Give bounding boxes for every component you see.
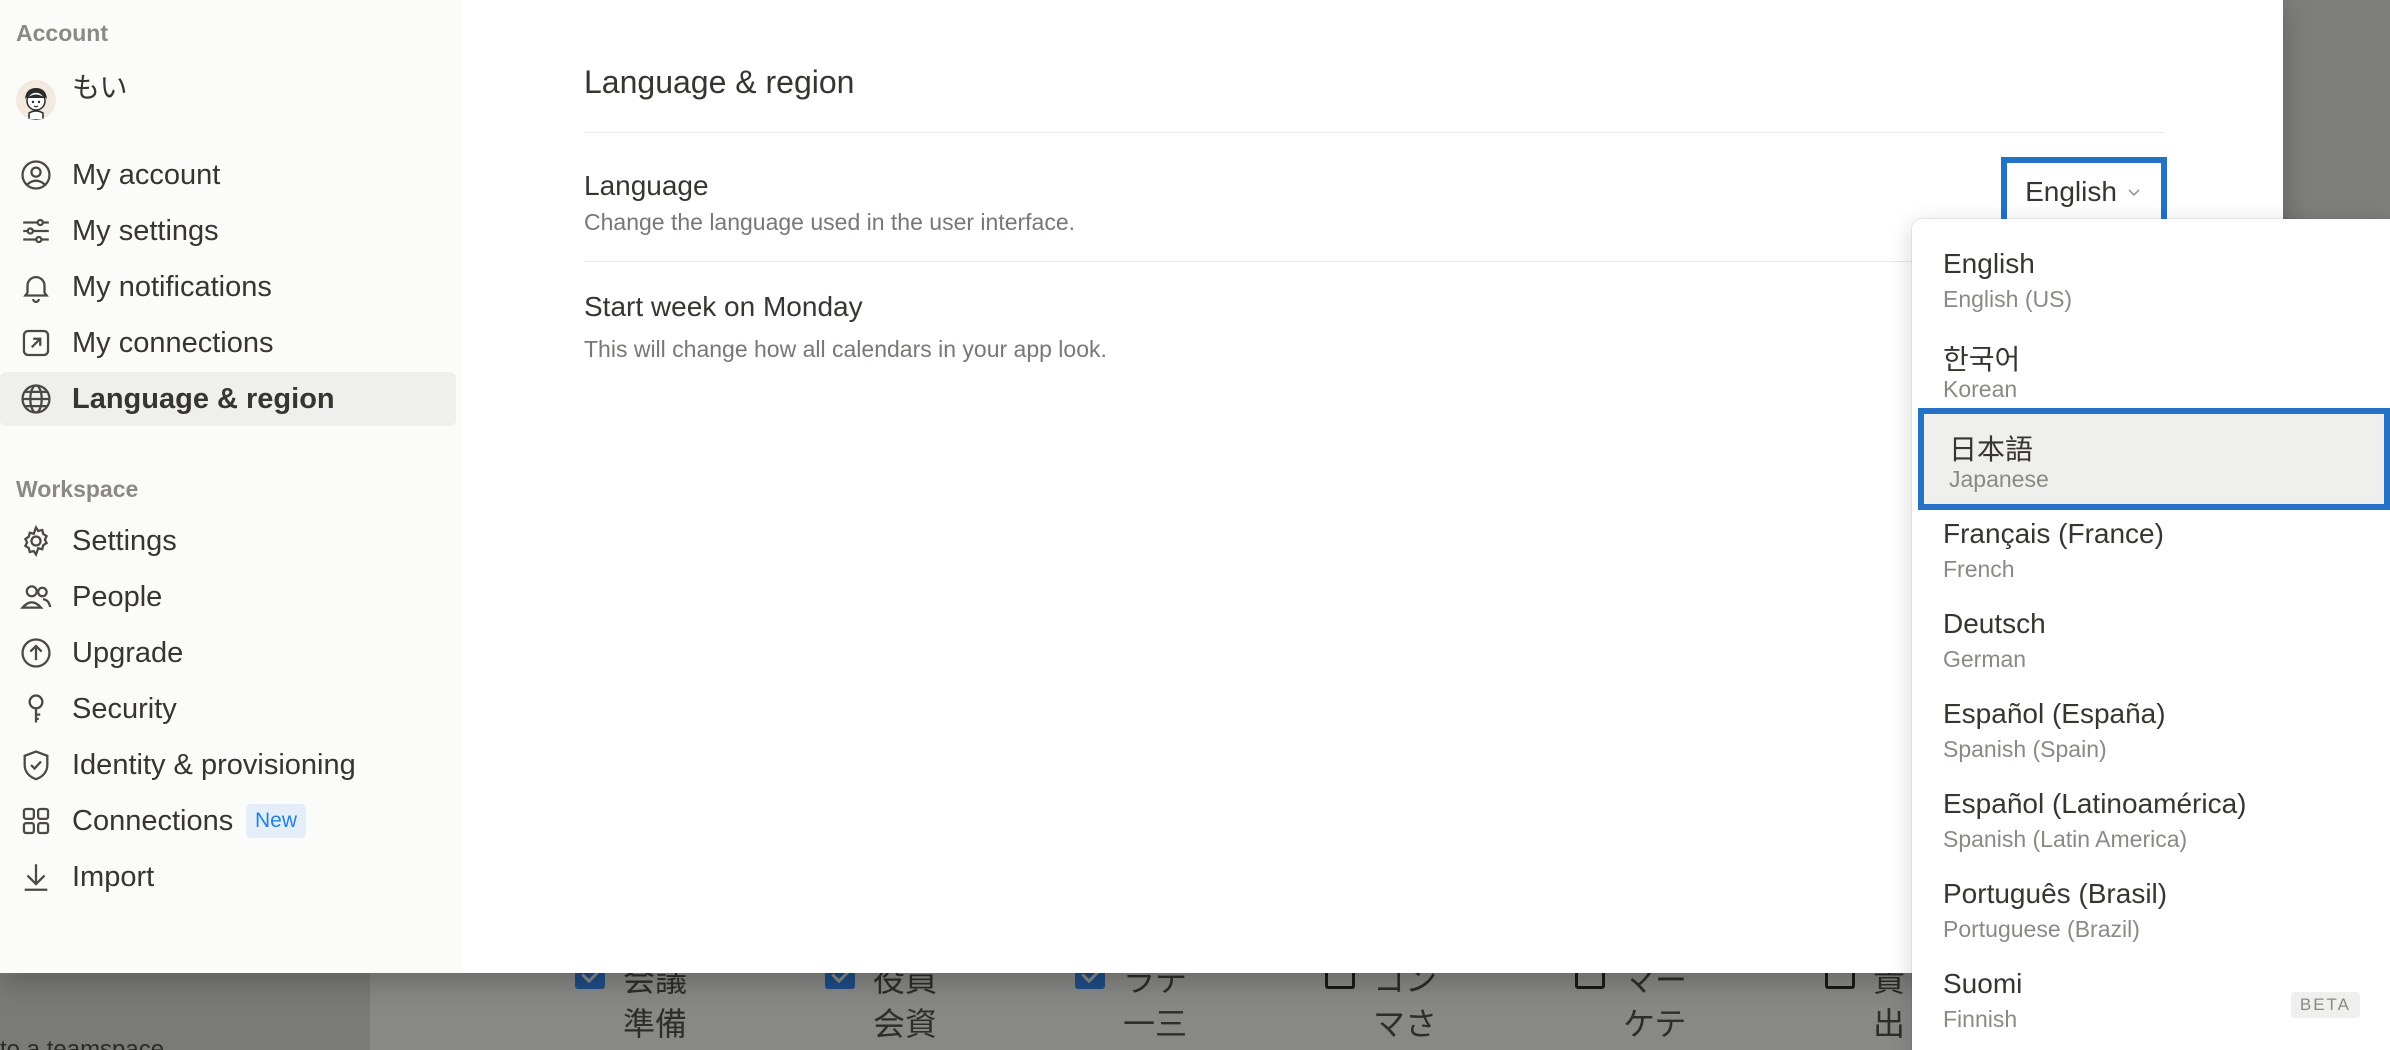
language-option[interactable]: Português (Brasil) Portuguese (Brazil) [1912, 858, 2390, 948]
language-option[interactable]: 한국어 Korean [1912, 318, 2390, 408]
settings-sidebar: Account もい My account My settings My not… [0, 0, 463, 973]
sidebar-item-my-connections[interactable]: My connections [0, 316, 456, 370]
option-subtitle: Japanese [1949, 466, 2049, 492]
option-name: 한국어 [1943, 344, 2021, 375]
week-setting-title: Start week on Monday [584, 291, 863, 322]
user-name: もい [72, 72, 128, 103]
language-option[interactable]: Français (France) French [1912, 498, 2390, 588]
sidebar-item-security[interactable]: Security [0, 682, 456, 736]
option-subtitle: Portuguese (Brazil) [1943, 916, 2140, 942]
card-subtitle: 出 [1873, 1006, 1906, 1042]
sidebar-item-my-account[interactable]: My account [0, 148, 456, 202]
card-subtitle: ケテ [1623, 1006, 1687, 1042]
user-row: もい [16, 66, 446, 126]
external-link-icon [18, 325, 54, 361]
sidebar-item-label: People [72, 580, 163, 613]
option-name: Español (Latinoamérica) [1943, 788, 2247, 819]
avatar [16, 80, 56, 120]
sidebar-item-label: My notifications [72, 270, 272, 303]
option-subtitle: French [1943, 556, 2015, 582]
language-option[interactable]: English English (US) [1912, 228, 2390, 318]
divider [584, 132, 2164, 133]
bell-icon [18, 269, 54, 305]
workspace-section-label: Workspace [16, 476, 139, 502]
option-name: Suomi [1943, 968, 2023, 999]
week-setting-description: This will change how all calendars in yo… [584, 336, 1107, 362]
sidebar-item-label: Import [72, 860, 155, 893]
option-name: Français (France) [1943, 518, 2164, 549]
background-teamspace-text: to a teamspace [0, 1036, 165, 1050]
option-subtitle: English (US) [1943, 286, 2073, 312]
sliders-icon [18, 213, 54, 249]
user-circle-icon [18, 157, 54, 193]
gear-icon [18, 523, 54, 559]
sidebar-item-label: Language & region [72, 382, 335, 415]
option-name: 日本語 [1949, 434, 2034, 465]
card-subtitle: マさ [1373, 1006, 1438, 1042]
divider [584, 261, 1914, 262]
sidebar-item-label: Upgrade [72, 636, 184, 669]
sidebar-item-label: Settings [72, 524, 177, 557]
upgrade-arrow-icon [18, 635, 54, 671]
option-name: Deutsch [1943, 608, 2046, 639]
option-name: Español (España) [1943, 698, 2166, 729]
language-option[interactable]: Español (España) Spanish (Spain) [1912, 678, 2390, 768]
download-icon [18, 859, 54, 895]
sidebar-item-identity-provisioning[interactable]: Identity & provisioning [0, 738, 456, 792]
page-title: Language & region [584, 64, 855, 100]
grid-icon [18, 803, 54, 839]
language-setting-description: Change the language used in the user int… [584, 209, 1076, 235]
sidebar-item-label: Identity & provisioning [72, 748, 356, 781]
option-subtitle: German [1943, 646, 2027, 672]
sidebar-item-label: My settings [72, 214, 219, 247]
language-option[interactable]: Suomi Finnish BETA [1912, 948, 2390, 1038]
sidebar-item-import[interactable]: Import [0, 850, 456, 904]
shield-check-icon [18, 747, 54, 783]
language-setting-title: Language [584, 170, 709, 201]
language-select-button[interactable]: English [2001, 157, 2167, 226]
language-option-selected[interactable]: 日本語 Japanese [1918, 408, 2390, 510]
card-subtitle: 一三 [1123, 1006, 1188, 1042]
sidebar-item-label: Security [72, 692, 177, 725]
option-name: English [1943, 248, 2035, 279]
option-name: Português (Brasil) [1943, 878, 2168, 909]
sidebar-item-label: My connections [72, 326, 274, 359]
people-icon [18, 579, 54, 615]
option-subtitle: Korean [1943, 376, 2018, 402]
option-subtitle: Spanish (Latin America) [1943, 826, 2188, 852]
key-icon [18, 691, 54, 727]
sidebar-item-upgrade[interactable]: Upgrade [0, 626, 456, 680]
sidebar-item-label: Connections [72, 804, 234, 837]
card-subtitle: 準備 [623, 1006, 688, 1042]
sidebar-item-label: My account [72, 158, 221, 191]
chevron-down-icon [2128, 188, 2140, 196]
language-select-value: English [2025, 175, 2117, 207]
account-section-label: Account [16, 20, 108, 46]
sidebar-item-settings[interactable]: Settings [0, 514, 456, 568]
sidebar-item-connections[interactable]: Connections New [0, 794, 456, 848]
sidebar-item-my-notifications[interactable]: My notifications [0, 260, 456, 314]
option-subtitle: Finnish [1943, 1006, 2018, 1032]
beta-badge: BETA [2290, 992, 2360, 1018]
new-badge: New [246, 804, 307, 838]
globe-icon [18, 381, 54, 417]
option-subtitle: Spanish (Spain) [1943, 736, 2107, 762]
sidebar-item-my-settings[interactable]: My settings [0, 204, 456, 258]
language-dropdown: English English (US) 한국어 Korean 日本語 Japa… [1912, 219, 2390, 1050]
sidebar-item-people[interactable]: People [0, 570, 456, 624]
card-subtitle: 会資 [873, 1006, 938, 1042]
language-option[interactable]: Español (Latinoamérica) Spanish (Latin A… [1912, 768, 2390, 858]
language-option[interactable]: Deutsch German [1912, 588, 2390, 678]
sidebar-item-language-region[interactable]: Language & region [0, 372, 456, 426]
